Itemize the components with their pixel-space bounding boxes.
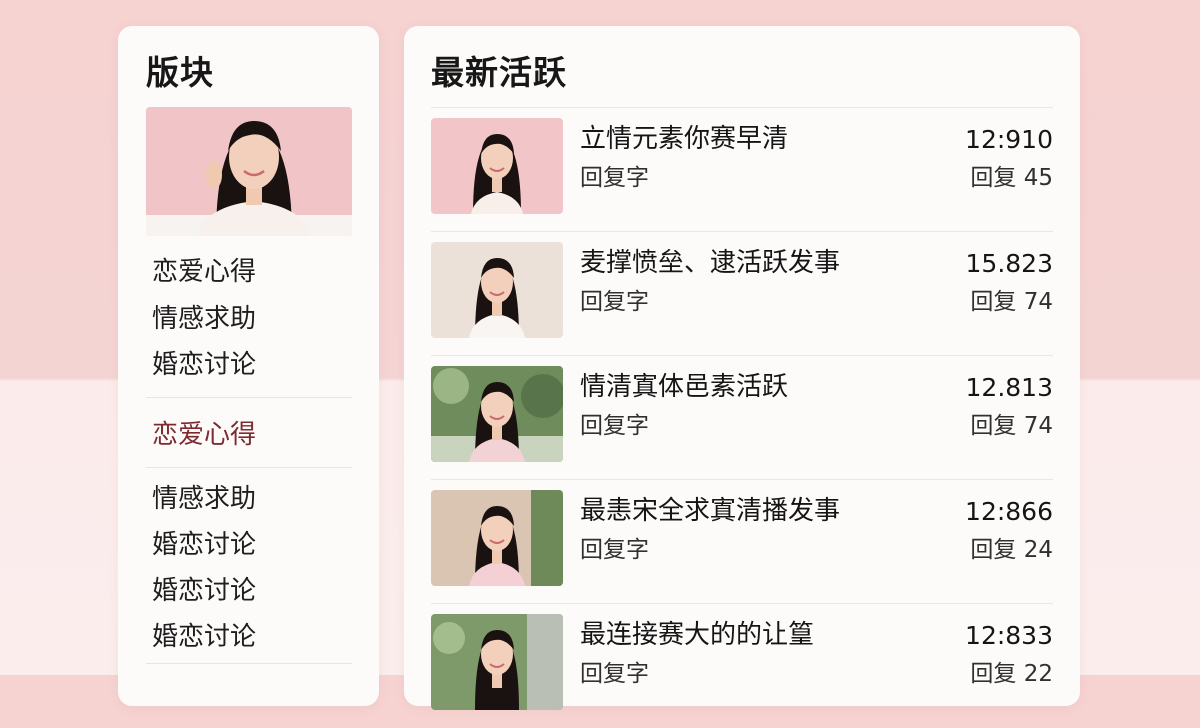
post-title[interactable]: 立情元素你赛早清 [580,124,788,154]
post-row[interactable]: 情清寘体邑素活跃 回复字 12.813 回复 74 [431,356,1053,480]
post-time: 12:866 [965,497,1053,526]
section-divider [146,397,352,398]
featured-avatar-image [146,107,352,236]
section-divider [146,467,352,468]
post-time: 12:833 [965,621,1053,650]
post-row[interactable]: 最连接赛大的的让篁 回复字 12:833 回复 22 [431,604,1053,728]
post-row[interactable]: 麦撑愤垒、逮活跃发事 回复字 15.823 回复 74 [431,232,1053,356]
post-title[interactable]: 情清寘体邑素活跃 [580,372,788,402]
post-reply-count: 回复 74 [970,289,1053,315]
post-time: 15.823 [965,249,1053,278]
post-thumbnail [431,490,563,586]
post-thumbnail [431,366,563,462]
sections-panel: 版块 恋爱心得 情感求助 婚恋讨论 恋爱心得 情感求助 婚恋讨论 婚恋讨论 婚恋… [118,26,379,706]
post-reply-count: 回复 74 [970,413,1053,439]
section-item-marriage-discussion[interactable]: 婚恋讨论 [152,576,256,606]
post-title[interactable]: 最连接赛大的的让篁 [580,620,814,650]
post-reply-label: 回复字 [580,413,649,439]
post-thumbnail [431,242,563,338]
post-reply-label: 回复字 [580,289,649,315]
latest-active-panel: 最新活跃 立情元素你赛早清 回复字 12:910 回复 45 麦撑愤垒、逮活跃发… [404,26,1080,710]
post-reply-count: 回复 24 [970,537,1053,563]
latest-active-title: 最新活跃 [431,53,567,92]
post-row[interactable]: 立情元素你赛早清 回复字 12:910 回复 45 [431,108,1053,232]
post-time: 12:910 [965,125,1053,154]
post-thumbnail [431,118,563,214]
sections-title: 版块 [146,53,214,92]
post-reply-label: 回复字 [580,165,649,191]
section-item-love-tips-active[interactable]: 恋爱心得 [152,420,256,450]
section-item-marriage-discussion[interactable]: 婚恋讨论 [152,530,256,560]
post-reply-count: 回复 45 [970,165,1053,191]
post-row[interactable]: 最恚宋全求寘清播发事 回复字 12:866 回复 24 [431,480,1053,604]
post-thumbnail [431,614,563,710]
post-title[interactable]: 最恚宋全求寘清播发事 [580,496,840,526]
section-item-love-tips[interactable]: 恋爱心得 [152,257,256,287]
section-item-marriage-discussion[interactable]: 婚恋讨论 [152,622,256,652]
post-reply-label: 回复字 [580,661,649,687]
post-time: 12.813 [965,373,1053,402]
section-item-emotional-help[interactable]: 情感求助 [152,484,256,514]
section-divider [146,663,352,664]
section-item-emotional-help[interactable]: 情感求助 [152,304,256,334]
post-reply-label: 回复字 [580,537,649,563]
post-reply-count: 回复 22 [970,661,1053,687]
section-item-marriage-discussion[interactable]: 婚恋讨论 [152,350,256,380]
post-title[interactable]: 麦撑愤垒、逮活跃发事 [580,248,840,278]
